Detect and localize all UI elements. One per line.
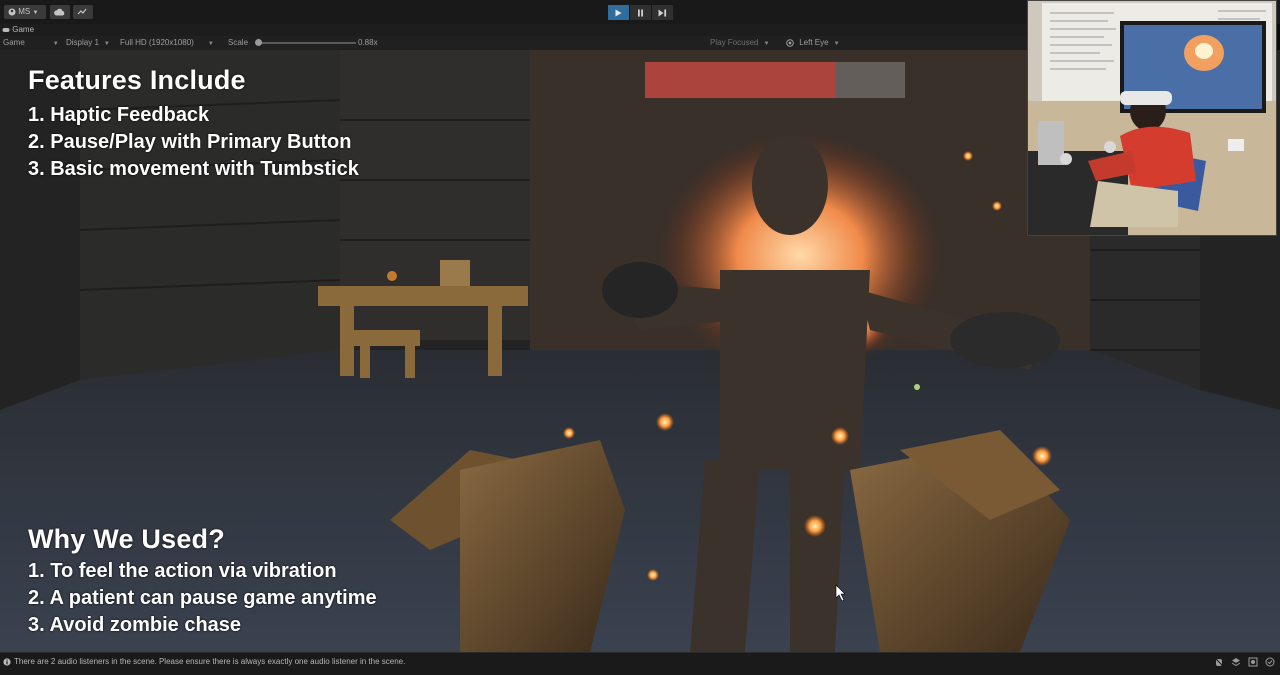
feature-item: 1. Haptic Feedback [28, 104, 210, 126]
mode-label: Game [3, 38, 25, 47]
display-dropdown[interactable]: Display 1 ▼ [66, 36, 110, 50]
play-focused-dropdown[interactable]: Play Focused ▼ [710, 36, 769, 50]
cloud-icon [54, 8, 65, 16]
console-message: There are 2 audio listeners in the scene… [14, 657, 406, 666]
collab-button[interactable] [73, 5, 93, 19]
tab-game-label: Game [12, 25, 35, 34]
resolution-label: Full HD (1920x1080) [120, 38, 194, 47]
webcam-overlay [1027, 0, 1277, 236]
tab-bar: Game [0, 24, 1028, 36]
play-focused-label: Play Focused [710, 38, 759, 47]
console-status-bar[interactable]: There are 2 audio listeners in the scene… [0, 652, 1280, 675]
play-button[interactable] [608, 5, 629, 20]
info-icon [3, 658, 11, 666]
bug-icon[interactable] [1214, 657, 1224, 667]
play-controls [608, 5, 673, 20]
feature-item: 3. Basic movement with Tumbstick [28, 158, 359, 180]
step-button[interactable] [652, 5, 673, 20]
webcam-feed [1028, 1, 1276, 235]
gamepad-icon [2, 27, 10, 32]
step-icon [658, 9, 667, 16]
reason-item: 3. Avoid zombie chase [28, 614, 242, 636]
vr-eye-icon [786, 39, 794, 47]
feature-item: 2. Pause/Play with Primary Button [28, 131, 352, 153]
pause-button[interactable] [630, 5, 651, 20]
pause-icon [638, 9, 643, 16]
user-icon [8, 8, 16, 16]
check-circle-icon[interactable] [1265, 657, 1275, 667]
layers-icon[interactable] [1231, 657, 1241, 667]
eye-label: Left Eye [799, 38, 829, 47]
scale-label: Scale [228, 38, 249, 47]
scale-slider-handle[interactable] [255, 39, 262, 46]
scale-value: 0.88x [358, 38, 378, 47]
play-icon [615, 9, 622, 16]
why-heading: Why We Used? [28, 524, 225, 554]
mode-dropdown[interactable]: Game ▼ [3, 36, 59, 50]
display-label: Display 1 [66, 38, 99, 47]
features-heading: Features Include [28, 65, 246, 95]
reason-item: 2. A patient can pause game anytime [28, 587, 377, 609]
collab-icon [77, 8, 87, 15]
lighting-icon[interactable] [1248, 657, 1258, 667]
scale-slider-track[interactable] [258, 42, 356, 44]
resolution-dropdown[interactable]: Full HD (1920x1080) ▼ [120, 36, 214, 50]
game-view-controls: Game ▼ Display 1 ▼ Full HD (1920x1080) ▼ Sc… [0, 36, 1028, 50]
account-label: MS [18, 7, 31, 16]
eye-dropdown[interactable]: Left Eye ▼ [786, 36, 840, 50]
account-dropdown[interactable]: MS ▼ [4, 5, 46, 19]
reason-item: 1. To feel the action via vibration [28, 560, 337, 582]
cloud-button[interactable] [50, 5, 70, 19]
tab-game[interactable]: Game [2, 24, 34, 36]
